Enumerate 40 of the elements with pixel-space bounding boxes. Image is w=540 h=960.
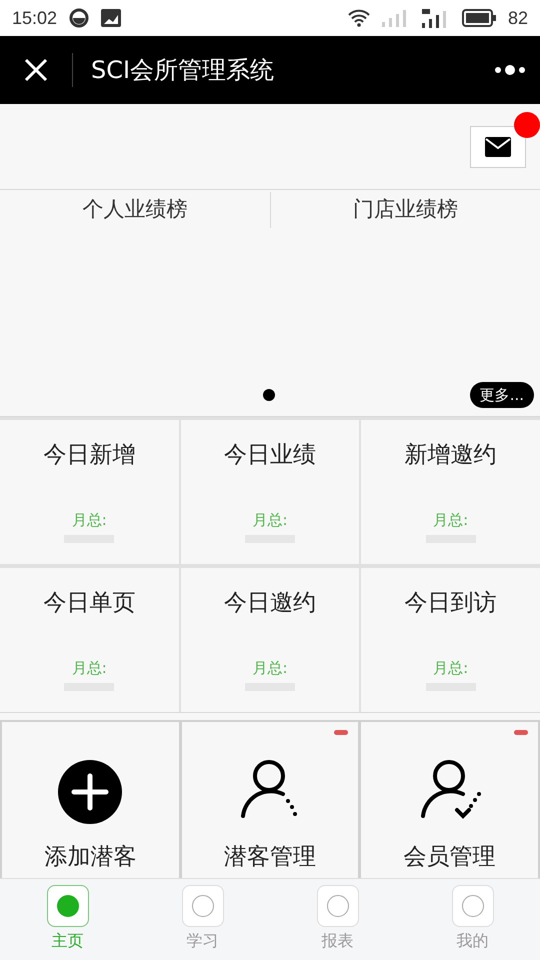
- action-label: 潜客管理: [224, 842, 316, 872]
- action-label: 添加潜客: [44, 842, 136, 872]
- mail-button[interactable]: [470, 126, 526, 168]
- person-check-icon: [418, 760, 481, 820]
- close-icon: [24, 58, 48, 82]
- monthly-total-label: 月总:: [72, 510, 107, 530]
- wifi-icon: [348, 9, 370, 27]
- window-title: SCI会所管理系统: [91, 55, 276, 86]
- action-label: 会员管理: [404, 842, 496, 872]
- app-notification-icon: [69, 8, 90, 28]
- battery-level: 82: [508, 6, 528, 30]
- stat-title: 新增邀约: [404, 441, 497, 470]
- plus-circle-icon: [58, 760, 122, 824]
- ranking-tab[interactable]: 个人业绩榜: [0, 194, 270, 226]
- stat-card[interactable]: 今日到访 月总:: [361, 568, 540, 712]
- stat-card[interactable]: 今日邀约 月总:: [180, 568, 360, 712]
- mail-icon: [485, 136, 511, 156]
- more-link[interactable]: 更多...: [470, 382, 534, 408]
- action-card[interactable]: 会员管理: [361, 722, 538, 878]
- stat-title: 今日邀约: [224, 589, 316, 618]
- status-time: 15:02: [12, 6, 58, 30]
- monthly-total-label: 月总:: [433, 658, 468, 678]
- stat-card[interactable]: 今日新增 月总:: [0, 420, 179, 564]
- stat-card[interactable]: 新增邀约 月总:: [361, 420, 540, 564]
- battery-icon: [462, 9, 496, 27]
- stat-title: 今日到访: [404, 589, 497, 618]
- stat-card[interactable]: 今日业绩 月总:: [180, 420, 360, 564]
- stat-title: 今日业绩: [224, 441, 316, 470]
- stat-title: 今日单页: [43, 589, 136, 618]
- monthly-total-label: 月总:: [252, 510, 288, 530]
- action-card[interactable]: 潜客管理: [182, 722, 358, 878]
- stat-title: 今日新增: [43, 441, 136, 470]
- image-notification-icon: [101, 9, 122, 27]
- monthly-total-label: 月总:: [252, 658, 288, 678]
- more-icon: [494, 64, 526, 76]
- monthly-total-label: 月总:: [72, 658, 107, 678]
- action-card[interactable]: 添加潜客: [2, 722, 179, 878]
- monthly-total-label: 月总:: [433, 510, 468, 530]
- stat-card[interactable]: 今日单页 月总:: [0, 568, 179, 712]
- ranking-tab[interactable]: 门店业绩榜: [270, 194, 540, 226]
